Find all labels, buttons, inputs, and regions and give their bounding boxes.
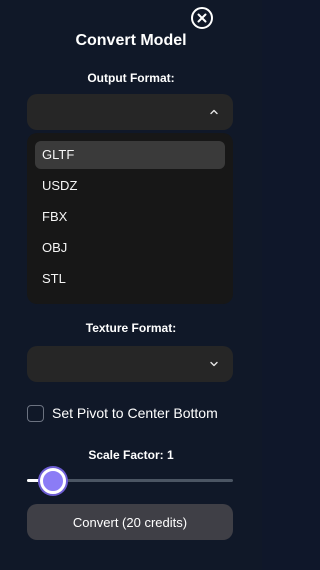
- option-fbx[interactable]: FBX: [35, 203, 225, 231]
- chevron-up-icon: [210, 109, 218, 115]
- texture-format-label: Texture Format:: [85, 321, 177, 335]
- option-usdz[interactable]: USDZ: [35, 172, 225, 200]
- close-icon: [197, 13, 207, 23]
- option-gltf[interactable]: GLTF: [35, 141, 225, 169]
- pivot-checkbox[interactable]: [27, 405, 44, 422]
- close-button[interactable]: [191, 7, 213, 29]
- output-format-dropdown: GLTF USDZ FBX OBJ STL: [27, 133, 233, 304]
- option-obj[interactable]: OBJ: [35, 234, 225, 262]
- chevron-down-icon: [210, 361, 218, 367]
- scale-slider-thumb[interactable]: [40, 468, 66, 494]
- convert-model-panel: Convert Model Output Format: GLTF USDZ F…: [0, 0, 262, 570]
- option-stl[interactable]: STL: [35, 265, 225, 293]
- texture-format-select[interactable]: [27, 346, 233, 382]
- output-format-select[interactable]: [27, 94, 233, 130]
- convert-button[interactable]: Convert (20 credits): [27, 504, 233, 540]
- scale-factor-label: Scale Factor: 1: [88, 448, 174, 462]
- pivot-checkbox-label: Set Pivot to Center Bottom: [52, 405, 218, 421]
- output-format-label: Output Format:: [87, 71, 175, 85]
- page-title: Convert Model: [75, 32, 187, 49]
